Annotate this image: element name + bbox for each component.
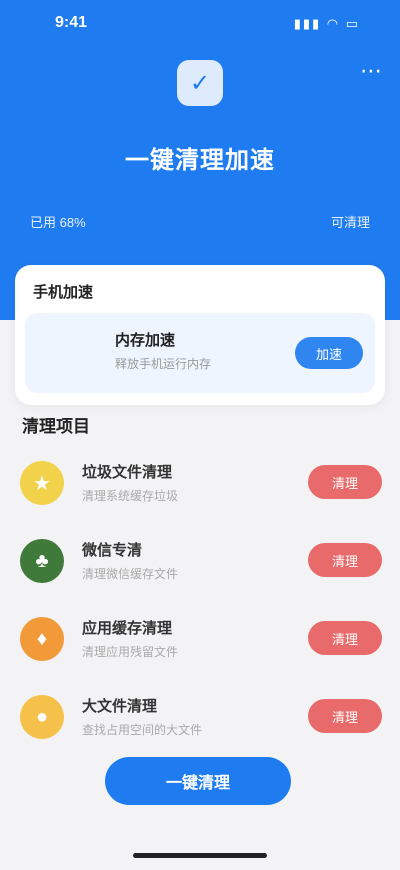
item-glyph: ★ xyxy=(33,472,51,495)
header-stat-right: 可清理 xyxy=(330,215,370,230)
item-name: 大文件清理 xyxy=(82,698,158,715)
status-bar: 9:41 ▮▮▮ ◠ ▭ xyxy=(0,0,400,50)
header-stat-left: 已用 68% xyxy=(30,215,86,230)
item-glyph: ♣ xyxy=(35,549,49,572)
item-desc: 清理系统缓存垃圾 xyxy=(82,489,179,503)
item-name: 垃圾文件清理 xyxy=(82,464,173,481)
item-name: 应用缓存清理 xyxy=(82,620,173,637)
accelerate-button[interactable]: 加速 xyxy=(295,337,363,369)
home-indicator xyxy=(133,853,267,858)
item-name: 微信专清 xyxy=(82,542,143,559)
orange-icon: ♦ xyxy=(20,617,64,661)
clean-button[interactable]: 清理 xyxy=(308,543,382,577)
yellow-icon: ★ xyxy=(20,461,64,505)
logo-glyph: ✓ xyxy=(189,69,211,97)
status-time: 9:41 xyxy=(55,14,88,31)
item-desc: 清理微信缓存文件 xyxy=(82,567,179,581)
item-glyph: ● xyxy=(35,705,49,728)
more-icon[interactable]: ⋯ xyxy=(360,58,382,84)
page-title: 一键清理加速 xyxy=(125,147,275,174)
list-item[interactable]: ● 大文件清理 查找占用空间的大文件 清理 xyxy=(0,679,400,755)
section-title: 清理项目 xyxy=(22,417,90,436)
list-item[interactable]: ♣ 微信专清 清理微信缓存文件 清理 xyxy=(0,523,400,599)
list-item[interactable]: ★ 垃圾文件清理 清理系统缓存垃圾 清理 xyxy=(0,445,400,521)
one-click-clean-button[interactable]: 一键清理 xyxy=(105,757,291,805)
clean-button[interactable]: 清理 xyxy=(308,621,382,655)
clean-button[interactable]: 清理 xyxy=(308,699,382,733)
item-desc: 清理应用残留文件 xyxy=(82,645,179,659)
accelerate-card: 手机加速 内存加速 释放手机运行内存 加速 xyxy=(15,265,385,405)
list-item[interactable]: ♦ 应用缓存清理 清理应用残留文件 清理 xyxy=(0,601,400,677)
item-glyph: ♦ xyxy=(36,627,48,650)
app-logo-icon: ✓ xyxy=(177,60,223,106)
item-desc: 查找占用空间的大文件 xyxy=(82,723,203,737)
clean-button[interactable]: 清理 xyxy=(308,465,382,499)
yellow-icon: ● xyxy=(20,695,64,739)
status-icons: ▮▮▮ ◠ ▭ xyxy=(293,16,360,31)
card-feature-name: 内存加速 xyxy=(115,332,176,349)
card-feature-desc: 释放手机运行内存 xyxy=(115,357,212,371)
card-feature[interactable]: 内存加速 释放手机运行内存 加速 xyxy=(25,313,375,393)
card-title: 手机加速 xyxy=(33,284,94,301)
green-icon: ♣ xyxy=(20,539,64,583)
